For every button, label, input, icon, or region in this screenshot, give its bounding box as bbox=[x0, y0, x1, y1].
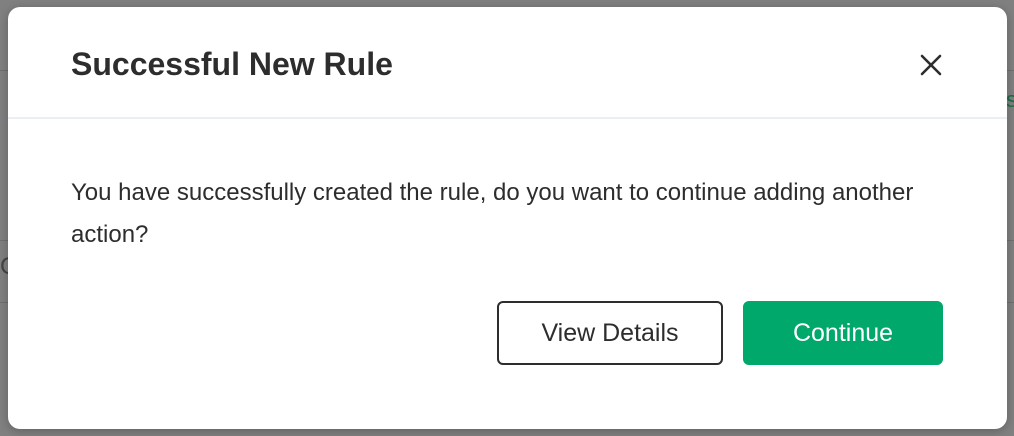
dialog-title: Successful New Rule bbox=[71, 46, 393, 82]
dialog-message: You have successfully created the rule, … bbox=[71, 179, 914, 248]
background-text-fragment: C bbox=[0, 252, 8, 282]
dialog-header: Successful New Rule bbox=[8, 7, 1007, 119]
close-icon bbox=[920, 54, 942, 76]
continue-button[interactable]: Continue bbox=[743, 301, 943, 365]
success-dialog: Successful New Rule You have successfull… bbox=[8, 7, 1007, 429]
background-text-fragment: s bbox=[1006, 88, 1014, 112]
close-button[interactable] bbox=[914, 48, 948, 82]
view-details-button[interactable]: View Details bbox=[497, 301, 723, 365]
